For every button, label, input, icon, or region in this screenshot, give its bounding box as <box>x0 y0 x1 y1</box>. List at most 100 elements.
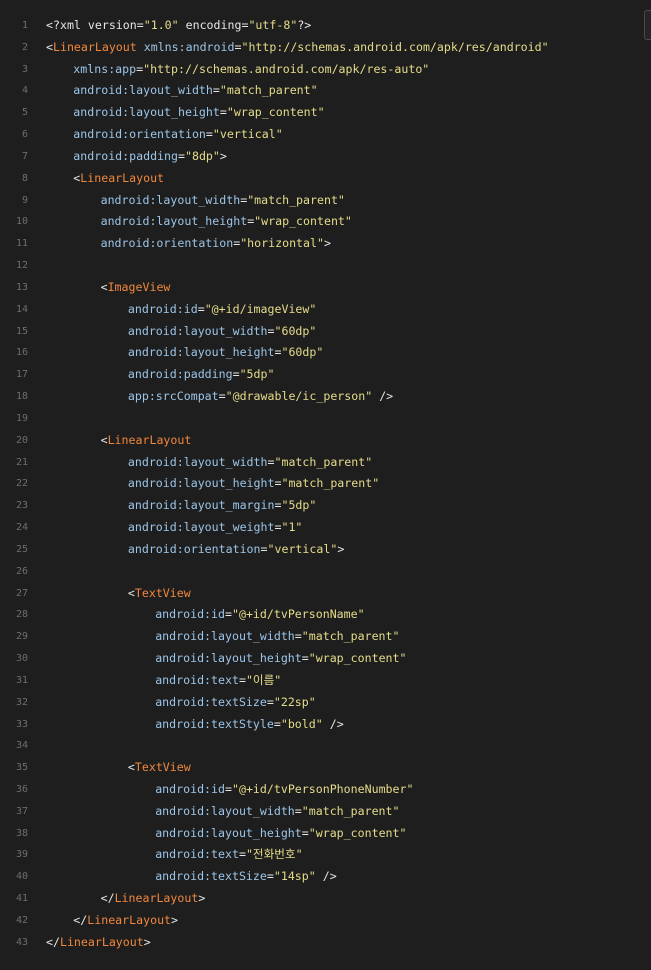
code-line: 5 android:layout_height="wrap_content" <box>0 102 651 124</box>
code-text: android:layout_width="match_parent" <box>128 452 372 474</box>
code-text: android:orientation="vertical"> <box>128 539 344 561</box>
code-token-punct: > <box>323 236 331 251</box>
code-text: </LinearLayout> <box>101 888 206 910</box>
code-token-str: "match_parent" <box>281 476 380 491</box>
code-text: xmlns:app="http://schemas.android.com/ap… <box>73 59 429 81</box>
code-line: 21 android:layout_width="match_parent" <box>0 452 651 474</box>
code-token-punct: > <box>143 934 151 949</box>
code-token-str: "match_parent" <box>274 454 373 469</box>
line-number: 15 <box>15 325 28 337</box>
code-token-tag: LinearLayout <box>59 934 144 949</box>
line-number: 37 <box>15 805 28 817</box>
line-number: 40 <box>15 871 28 883</box>
code-token-punct: = <box>205 127 213 142</box>
code-token-attr: android:id <box>155 781 225 796</box>
code-line: 1 <?xml version="1.0" encoding="utf-8"?> <box>0 15 651 37</box>
code-text: <LinearLayout <box>73 168 164 190</box>
code-token-punct: = <box>225 781 232 796</box>
code-token-str: "horizontal" <box>240 236 324 251</box>
code-token-punct: > <box>198 891 206 906</box>
code-token-punct: > <box>219 148 227 163</box>
line-number: 20 <box>15 434 28 446</box>
code-token-tag: LinearLayout <box>107 432 192 447</box>
code-text: android:layout_height="wrap_content" <box>155 823 406 845</box>
code-token-str: "match_parent" <box>301 803 400 818</box>
code-line: 37 android:layout_width="match_parent" <box>0 801 651 823</box>
code-line: 38 android:layout_height="wrap_content" <box>0 823 651 845</box>
line-number: 21 <box>15 456 28 468</box>
code-token-str: "8dp" <box>184 148 220 163</box>
code-token-attr: android:layout_height <box>127 476 275 491</box>
code-text: android:layout_height="60dp" <box>128 342 323 364</box>
code-text: app:srcCompat="@drawable/ic_person" /> <box>128 386 393 408</box>
code-token-str: "전화번호" <box>245 847 303 862</box>
code-token-attr: android:id <box>127 301 198 316</box>
code-token-punct: = <box>301 825 309 840</box>
code-line: 29 android:layout_width="match_parent" <box>0 626 651 648</box>
code-token-str: "wrap_content" <box>308 651 407 666</box>
line-number: 29 <box>15 631 28 643</box>
code-token-punct: /> <box>315 869 337 884</box>
code-text: android:layout_height="match_parent" <box>128 473 379 495</box>
code-token-str: "@+id/imageView" <box>204 301 317 316</box>
code-editor[interactable]: 1 <?xml version="1.0" encoding="utf-8"?> 2… <box>0 0 651 970</box>
code-line: 32 android:textSize="22sp" <box>0 692 651 714</box>
code-line: 39 android:text="전화번호" <box>0 844 651 866</box>
code-token-attr: android:text <box>155 672 239 687</box>
code-line: 10 android:layout_height="wrap_content" <box>0 211 651 233</box>
code-token-punct: /> <box>322 716 344 731</box>
code-token-tag: LinearLayout <box>52 39 137 54</box>
code-token-punct: </ <box>46 934 60 949</box>
code-line: 33 android:textStyle="bold" /> <box>0 714 651 736</box>
code-token-punct: = <box>273 716 281 731</box>
code-line: 16 android:layout_height="60dp" <box>0 342 651 364</box>
code-token-str: "wrap_content" <box>308 825 407 840</box>
code-text: <ImageView <box>101 277 171 299</box>
line-number: 19 <box>15 412 28 424</box>
code-token-attr: android:layout_width <box>127 323 268 338</box>
code-text: android:id="@+id/tvPersonName" <box>155 604 364 626</box>
code-text: android:textStyle="bold" /> <box>155 714 344 736</box>
code-token-punct: = <box>219 105 227 120</box>
code-token-attr: android:layout_width <box>155 629 295 644</box>
code-line: 43 </LinearLayout> <box>0 932 651 954</box>
code-token-attr: xmlns:android <box>136 39 235 54</box>
code-token-punct: = <box>266 694 274 709</box>
code-line: 28 android:id="@+id/tvPersonName" <box>0 604 651 626</box>
code-line: 31 android:text="이름" <box>0 670 651 692</box>
code-token-attr: android:layout_height <box>127 345 275 360</box>
code-text: <TextView <box>128 757 191 779</box>
code-line: 20 <LinearLayout <box>0 430 651 452</box>
code-text: android:layout_margin="5dp" <box>128 495 316 517</box>
line-number: 41 <box>15 893 28 905</box>
code-token-str: "5dp" <box>281 498 317 513</box>
line-number: 27 <box>15 587 28 599</box>
code-token-punct: /> <box>372 389 394 404</box>
code-token-str: "60dp" <box>274 323 317 338</box>
code-token-str: "이름" <box>245 672 282 687</box>
code-token-attr: android:textSize <box>155 869 267 884</box>
code-token-punct: < <box>127 585 135 600</box>
line-number: 35 <box>15 762 28 774</box>
code-line: 13 <ImageView <box>0 277 651 299</box>
code-text: android:layout_height="wrap_content" <box>101 211 352 233</box>
code-line: 41 </LinearLayout> <box>0 888 651 910</box>
code-token-punct: </ <box>100 891 115 906</box>
line-number: 9 <box>21 194 28 206</box>
code-text: android:id="@+id/imageView" <box>128 299 316 321</box>
code-token-punct: < <box>100 279 108 294</box>
line-number: 28 <box>15 609 28 621</box>
line-number: 1 <box>21 20 28 31</box>
code-token-str: "wrap_content" <box>226 105 325 120</box>
code-token-punct: = <box>232 367 240 382</box>
code-token-attr: android:orientation <box>127 541 261 556</box>
line-number: 23 <box>15 500 28 512</box>
code-token-tag: ImageView <box>107 279 171 294</box>
code-token-attr: android:layout_width <box>127 454 268 469</box>
code-token-punct: = <box>294 803 302 818</box>
code-token-punct: = <box>238 847 246 862</box>
code-line: 24 android:layout_weight="1" <box>0 517 651 539</box>
line-number: 11 <box>15 238 28 250</box>
code-token-attr: android:layout_height <box>155 651 302 666</box>
code-token-punct: = <box>218 389 226 404</box>
